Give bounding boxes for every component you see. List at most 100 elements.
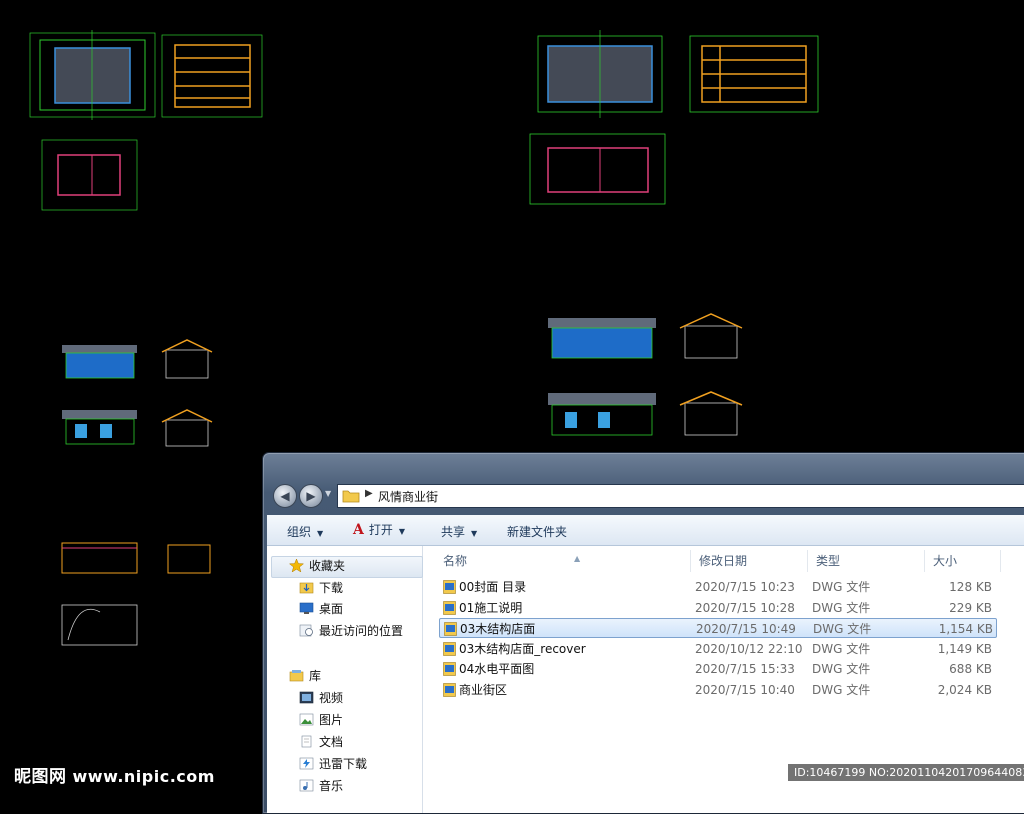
- dwg-file-icon: [443, 662, 456, 676]
- file-row[interactable]: 00封面 目录 2020/7/15 10:23 DWG 文件 128 KB: [439, 577, 997, 597]
- nav-item-pictures[interactable]: 图片: [299, 710, 343, 730]
- nav-label-desktop: 桌面: [319, 602, 344, 616]
- image-id-watermark: ID:10467199 NO:20201104201709644083: [788, 764, 1024, 781]
- recent-places-icon: [299, 624, 313, 637]
- nav-item-favorites[interactable]: 收藏夹: [289, 556, 345, 576]
- dwg-file-icon: [443, 683, 456, 697]
- foundation-plan-1: [41, 139, 138, 211]
- column-size-label: 大小: [933, 554, 958, 568]
- chevron-down-icon: ▼: [317, 529, 324, 538]
- nav-label-pictures: 图片: [319, 713, 344, 727]
- history-dropdown-icon[interactable]: ▼: [325, 489, 331, 498]
- file-date: 2020/7/15 10:28: [695, 601, 795, 615]
- open-button[interactable]: A 打开 ▼: [353, 521, 405, 538]
- site-watermark: 昵图网 www.nipic.com: [14, 762, 215, 787]
- file-name: 商业街区: [459, 683, 508, 697]
- chevron-down-icon: ▼: [471, 529, 478, 538]
- column-header-type[interactable]: 类型: [808, 550, 925, 572]
- thunder-download-icon: [299, 757, 314, 770]
- file-name: 01施工说明: [459, 601, 523, 615]
- breadcrumb-current-folder[interactable]: 风情商业街: [378, 488, 438, 505]
- dwg-file-icon: [443, 642, 456, 656]
- nav-label-downloads: 下载: [319, 581, 344, 595]
- music-icon: [299, 779, 314, 792]
- file-row[interactable]: 03木结构店面_recover 2020/10/12 22:10 DWG 文件 …: [439, 639, 997, 659]
- nav-label-videos: 视频: [319, 691, 344, 705]
- nav-label-recent: 最近访问的位置: [319, 624, 404, 638]
- file-date: 2020/7/15 10:49: [696, 622, 796, 636]
- command-bar: 组织 ▼ A 打开 ▼ 共享 ▼ 新建文件夹: [267, 515, 1024, 546]
- floor-plan-1: [29, 30, 156, 120]
- organize-button[interactable]: 组织 ▼: [287, 523, 323, 540]
- new-folder-button[interactable]: 新建文件夹: [507, 523, 567, 540]
- nav-item-library[interactable]: 库: [289, 666, 321, 686]
- file-name: 04水电平面图: [459, 662, 535, 676]
- share-label: 共享: [441, 525, 466, 539]
- foundation-plan-2: [529, 133, 666, 205]
- file-row-selected[interactable]: 03木结构店面 2020/7/15 10:49 DWG 文件 1,154 KB: [439, 618, 997, 638]
- address-bar[interactable]: ▶ 风情商业街: [337, 484, 1024, 508]
- file-size: 1,149 KB: [937, 642, 992, 656]
- sort-ascending-icon: ▲: [574, 554, 581, 563]
- file-size: 128 KB: [949, 580, 992, 594]
- nav-item-music[interactable]: 音乐: [299, 776, 343, 796]
- nav-label-thunder: 迅雷下载: [319, 757, 368, 771]
- share-button[interactable]: 共享 ▼: [441, 523, 477, 540]
- column-header-date[interactable]: 修改日期: [691, 550, 808, 572]
- nav-item-recent[interactable]: 最近访问的位置: [299, 621, 403, 641]
- column-header-size[interactable]: 大小: [925, 550, 1001, 572]
- file-type: DWG 文件: [812, 642, 871, 656]
- file-size: 2,024 KB: [937, 683, 992, 697]
- star-icon: [289, 559, 304, 572]
- file-size: 1,154 KB: [938, 622, 993, 636]
- watermark-url: www.nipic.com: [72, 767, 215, 786]
- roof-plan-1: [161, 34, 263, 118]
- file-type: DWG 文件: [812, 662, 871, 676]
- file-size: 229 KB: [949, 601, 992, 615]
- nav-item-thunder[interactable]: 迅雷下载: [299, 754, 367, 774]
- file-size: 688 KB: [949, 662, 992, 676]
- file-type: DWG 文件: [812, 601, 871, 615]
- column-header-name[interactable]: 名称 ▲: [435, 550, 691, 572]
- watermark-brand: 昵图网: [14, 767, 67, 787]
- file-row[interactable]: 商业街区 2020/7/15 10:40 DWG 文件 2,024 KB: [439, 680, 997, 700]
- file-date: 2020/10/12 22:10: [695, 642, 803, 656]
- nav-item-videos[interactable]: 视频: [299, 688, 343, 708]
- pictures-icon: [299, 713, 314, 726]
- file-name: 03木结构店面_recover: [459, 642, 586, 656]
- forward-button[interactable]: ▶: [299, 484, 323, 508]
- file-name: 03木结构店面: [460, 622, 536, 636]
- back-button[interactable]: ◀: [273, 484, 297, 508]
- nav-label-music: 音乐: [319, 779, 344, 793]
- dwg-file-icon: [443, 601, 456, 615]
- file-name: 00封面 目录: [459, 580, 527, 594]
- nav-item-desktop[interactable]: 桌面: [299, 599, 343, 619]
- navigation-pane: 收藏夹 下载 桌面 最近访问的位置 库 视频 图片 文档 迅雷下载 音乐: [267, 546, 423, 813]
- nav-item-documents[interactable]: 文档: [299, 732, 343, 752]
- file-type: DWG 文件: [812, 580, 871, 594]
- chevron-down-icon: ▼: [398, 527, 406, 536]
- file-date: 2020/7/15 15:33: [695, 662, 795, 676]
- nav-label-favorites: 收藏夹: [309, 559, 346, 573]
- dwg-file-icon: [443, 580, 456, 594]
- elevation-left-1: [62, 339, 213, 379]
- nav-label-library: 库: [309, 669, 322, 683]
- column-date-label: 修改日期: [699, 554, 748, 568]
- library-icon: [289, 670, 304, 682]
- video-icon: [299, 691, 314, 704]
- elevation-left-2: [62, 409, 213, 447]
- file-row[interactable]: 01施工说明 2020/7/15 10:28 DWG 文件 229 KB: [439, 598, 997, 618]
- title-bar: ◀ ▶ ▼ ▶ 风情商业街: [263, 453, 1024, 515]
- section-left-3: [61, 542, 211, 646]
- file-row[interactable]: 04水电平面图 2020/7/15 15:33 DWG 文件 688 KB: [439, 659, 997, 679]
- elevation-right-1: [548, 313, 743, 359]
- folder-icon: [342, 490, 360, 503]
- file-date: 2020/7/15 10:40: [695, 683, 795, 697]
- documents-icon: [301, 735, 312, 748]
- nav-item-downloads[interactable]: 下载: [299, 578, 343, 598]
- floor-plan-2: [537, 30, 663, 118]
- file-type: DWG 文件: [812, 683, 871, 697]
- file-date: 2020/7/15 10:23: [695, 580, 795, 594]
- nav-label-documents: 文档: [319, 735, 344, 749]
- roof-plan-2: [689, 35, 819, 113]
